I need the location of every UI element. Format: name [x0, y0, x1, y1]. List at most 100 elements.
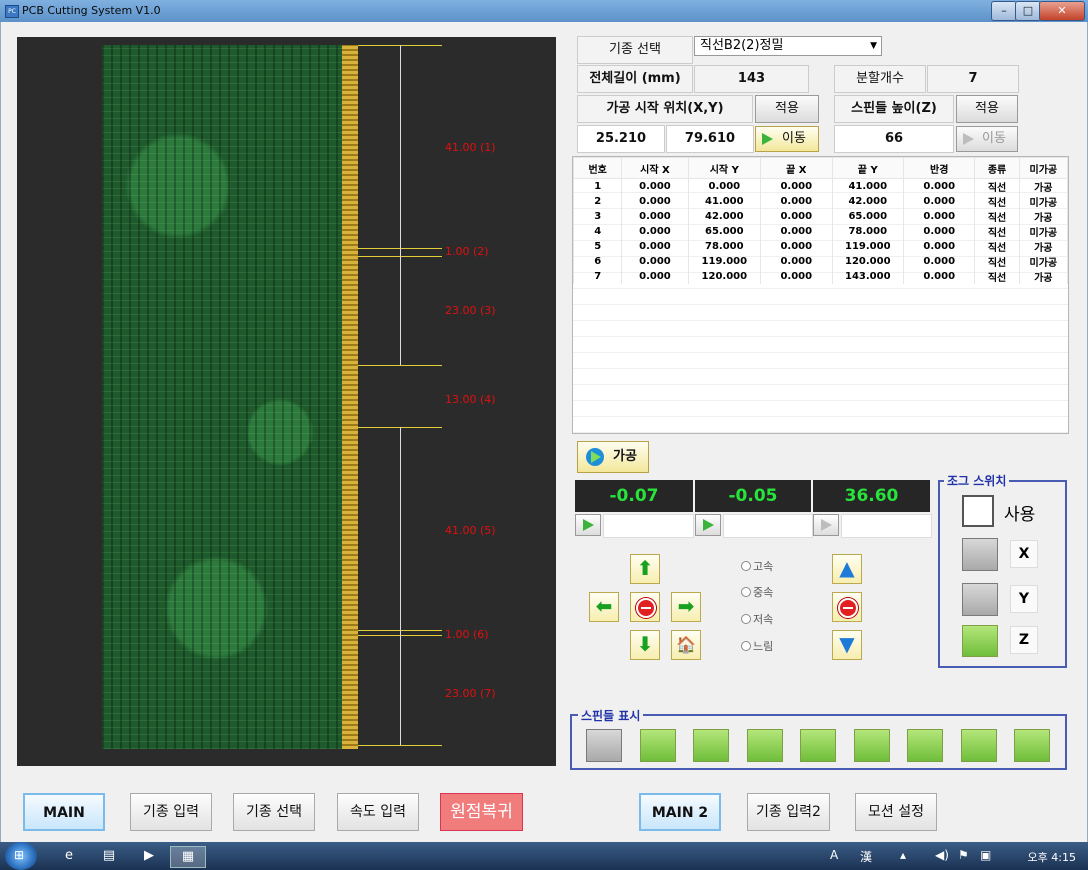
- table-cell: 119.000: [831, 239, 905, 254]
- spindle-indicator[interactable]: [640, 729, 676, 762]
- spindle-indicator[interactable]: [693, 729, 729, 762]
- start-y-input[interactable]: 79.610: [666, 125, 754, 153]
- speed-low-radio[interactable]: 저속: [741, 611, 773, 627]
- main-button[interactable]: MAIN: [23, 793, 105, 831]
- table-row[interactable]: 7 0.000 120.000 0.000 143.000 0.000 직선 가공: [572, 269, 1069, 284]
- model-select-button[interactable]: 기종 선택: [233, 793, 315, 831]
- play-icon: [583, 519, 594, 531]
- motion-setting-button[interactable]: 모션 설정: [855, 793, 937, 831]
- spindle-indicator[interactable]: [747, 729, 783, 762]
- move-spindle-button[interactable]: 이동: [956, 126, 1018, 152]
- z-stop-button[interactable]: [832, 592, 862, 622]
- move-start-position-button[interactable]: 이동: [755, 126, 819, 152]
- table-cell: 직선: [974, 178, 1020, 194]
- z-target-input[interactable]: [841, 514, 932, 538]
- table-header-cell[interactable]: 시작 Y: [687, 157, 762, 179]
- volume-icon[interactable]: ◀): [935, 848, 949, 862]
- table-header-cell[interactable]: 끝 Y: [831, 157, 905, 179]
- process-button[interactable]: 가공: [577, 441, 649, 473]
- table-row[interactable]: 5 0.000 78.000 0.000 119.000 0.000 직선 가공: [572, 239, 1069, 254]
- speed-slow-radio[interactable]: 느림: [741, 638, 773, 654]
- folder-icon[interactable]: ▤: [96, 846, 122, 866]
- table-header-cell[interactable]: 시작 X: [621, 157, 689, 179]
- stop-icon: [636, 598, 656, 618]
- y-axis-indicator[interactable]: [962, 583, 998, 616]
- jog-switch-title: 조그 스위치: [944, 472, 1010, 489]
- chevron-down-icon: ▼: [870, 41, 877, 51]
- table-cell: 0.000: [902, 178, 976, 194]
- home-icon: 🏠: [676, 635, 696, 654]
- start-x-input[interactable]: 25.210: [577, 125, 665, 153]
- spindle-indicator[interactable]: [854, 729, 890, 762]
- speed-input-button[interactable]: 속도 입력: [337, 793, 419, 831]
- home-return-button[interactable]: 원점복귀: [440, 793, 523, 831]
- speed-high-radio[interactable]: 고속: [741, 558, 773, 574]
- home-button[interactable]: 🏠: [671, 630, 701, 660]
- table-header-cell[interactable]: 미가공: [1018, 157, 1069, 179]
- radio-icon: [741, 587, 751, 597]
- minimize-button[interactable]: –: [991, 1, 1017, 21]
- jog-up-button[interactable]: ⬆: [630, 554, 660, 584]
- table-cell: 0.000: [621, 239, 689, 254]
- table-header-cell[interactable]: 종류: [974, 157, 1020, 179]
- jog-down-button[interactable]: ⬇: [630, 630, 660, 660]
- triangle-up-icon: ▲: [839, 556, 855, 580]
- x-go-button[interactable]: [575, 514, 601, 536]
- table-row[interactable]: 4 0.000 65.000 0.000 78.000 0.000 직선 미가공: [572, 224, 1069, 239]
- start-button[interactable]: ⊞: [5, 842, 37, 870]
- cut-boundary-line: [358, 365, 442, 366]
- spindle-indicator[interactable]: [586, 729, 622, 762]
- y-position-readout: -0.05: [695, 480, 811, 512]
- table-row[interactable]: 3 0.000 42.000 0.000 65.000 0.000 직선 가공: [572, 209, 1069, 224]
- z-axis-indicator[interactable]: [962, 625, 998, 657]
- z-go-button[interactable]: [813, 514, 839, 536]
- model-select-label: 기종 선택: [577, 36, 693, 64]
- main2-button[interactable]: MAIN 2: [639, 793, 721, 831]
- process-label: 가공: [613, 449, 637, 464]
- apply-start-position-button[interactable]: 적용: [755, 95, 819, 123]
- close-button[interactable]: ✕: [1039, 1, 1085, 21]
- maximize-button[interactable]: □: [1015, 1, 1041, 21]
- y-go-button[interactable]: [695, 514, 721, 536]
- network-icon[interactable]: ▣: [980, 848, 991, 862]
- spindle-indicator[interactable]: [1014, 729, 1050, 762]
- table-header-cell[interactable]: 끝 X: [760, 157, 833, 179]
- z-up-button[interactable]: ▲: [832, 554, 862, 584]
- model-select-dropdown[interactable]: 직선B2(2)정밀 ▼: [694, 36, 882, 56]
- clock[interactable]: 오후 4:15: [1028, 849, 1076, 865]
- x-target-input[interactable]: [603, 514, 694, 538]
- y-target-input[interactable]: [723, 514, 813, 538]
- flag-icon[interactable]: ⚑: [958, 848, 969, 862]
- table-row[interactable]: 2 0.000 41.000 0.000 42.000 0.000 직선 미가공: [572, 194, 1069, 209]
- app-taskbar-icon[interactable]: ▦: [170, 846, 206, 868]
- jog-stop-button[interactable]: [630, 592, 660, 622]
- table-cell: 0.000: [760, 178, 833, 194]
- media-player-icon[interactable]: ▶: [136, 846, 162, 866]
- model-input2-button[interactable]: 기종 입력2: [747, 793, 830, 831]
- jog-use-checkbox[interactable]: [962, 495, 994, 527]
- ie-icon[interactable]: e: [56, 846, 82, 866]
- spindle-height-input[interactable]: 66: [834, 125, 954, 153]
- ime-icon[interactable]: 漢: [860, 848, 872, 865]
- table-header-cell[interactable]: 반경: [902, 157, 976, 179]
- speed-medium-radio[interactable]: 중속: [741, 584, 773, 600]
- table-header-cell[interactable]: 번호: [572, 157, 623, 179]
- table-cell: 가공: [1018, 269, 1069, 284]
- tray-arrow-icon[interactable]: ▴: [900, 848, 906, 862]
- table-cell: 42.000: [687, 209, 762, 224]
- spindle-indicator[interactable]: [800, 729, 836, 762]
- spindle-indicator[interactable]: [961, 729, 997, 762]
- table-cell: 직선: [974, 209, 1020, 224]
- spindle-indicator[interactable]: [907, 729, 943, 762]
- jog-left-button[interactable]: ⬅: [589, 592, 619, 622]
- z-down-button[interactable]: ▼: [832, 630, 862, 660]
- x-axis-indicator[interactable]: [962, 538, 998, 571]
- table-row[interactable]: 1 0.000 0.000 0.000 41.000 0.000 직선 가공: [572, 178, 1069, 194]
- apply-spindle-height-button[interactable]: 적용: [956, 95, 1018, 123]
- model-input-button[interactable]: 기종 입력: [130, 793, 212, 831]
- table-row[interactable]: 6 0.000 119.000 0.000 120.000 0.000 직선 미가공: [572, 254, 1069, 269]
- speed-slow-label: 느림: [753, 640, 774, 653]
- lang-icon[interactable]: A: [830, 848, 838, 862]
- cutting-path-table[interactable]: 번호 시작 X 시작 Y끝 X끝 Y 반경 종류 미가공 1 0.000 0.000 0.000…: [572, 156, 1069, 434]
- jog-right-button[interactable]: ➡: [671, 592, 701, 622]
